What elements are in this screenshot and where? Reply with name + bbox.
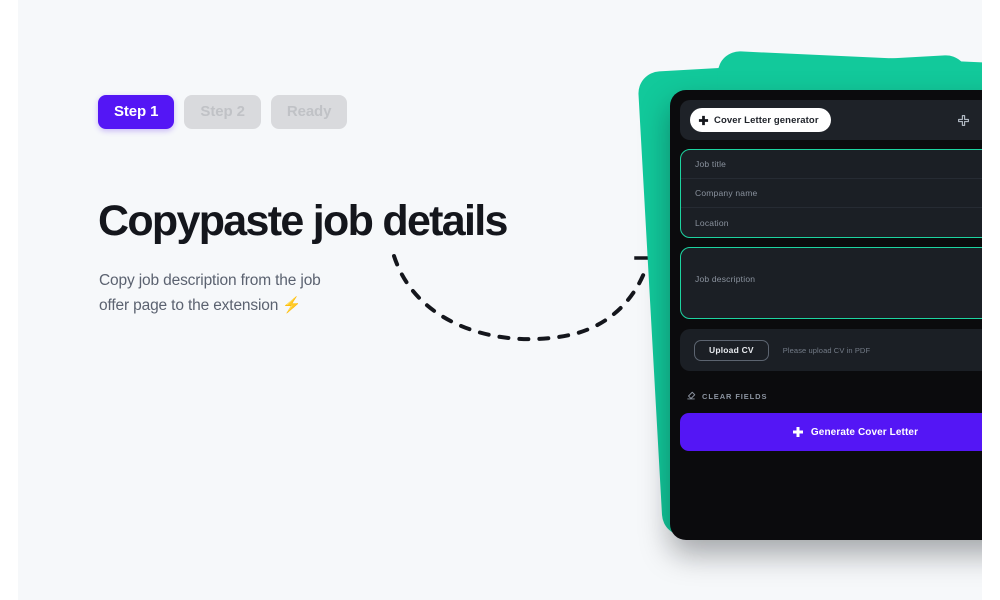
step-pill-ready[interactable]: Ready (270, 95, 348, 129)
job-title-input[interactable]: Job title (681, 150, 982, 179)
brand-pill[interactable]: Cover Letter generator (690, 108, 831, 132)
hero-description-line-1: Copy job description from the job (99, 272, 321, 289)
upload-cv-hint: Please upload CV in PDF (782, 345, 871, 355)
step-pill-1[interactable]: Step 1 (98, 95, 175, 129)
extension-mockup-stack: Cover Letter generator Job title Company… (630, 50, 982, 540)
page-title: Copypaste job details (98, 197, 508, 245)
hero-column: Step 1 Step 2 Ready Copypaste job detail… (98, 0, 658, 600)
clear-fields-button[interactable]: CLEAR FIELDS (680, 379, 982, 413)
extension-panel: Cover Letter generator Job title Company… (670, 90, 982, 540)
upload-cv-button[interactable]: Upload CV (694, 339, 769, 361)
lightning-bolt-icon: ⚡ (282, 297, 302, 315)
plus-icon (698, 115, 709, 125)
upload-cv-row: Upload CV Please upload CV in PDF (680, 329, 982, 371)
job-fields-group: Job title Company name Location (680, 149, 982, 238)
extension-header: Cover Letter generator (680, 100, 982, 140)
generate-cover-letter-label: Generate Cover Letter (810, 426, 919, 438)
move-icon[interactable] (957, 114, 970, 127)
clear-fields-label: CLEAR FIELDS (702, 391, 768, 401)
hero-description-line-2: offer page to the extension (99, 297, 279, 315)
brand-pill-label: Cover Letter generator (714, 114, 819, 126)
eraser-icon (687, 391, 696, 400)
generate-cover-letter-button[interactable]: Generate Cover Letter (680, 413, 982, 451)
job-description-textarea[interactable]: Job description (680, 247, 982, 319)
company-name-input[interactable]: Company name (681, 179, 982, 208)
page-canvas: Step 1 Step 2 Ready Copypaste job detail… (18, 0, 982, 600)
location-input[interactable]: Location (681, 208, 982, 237)
hero-description: Copy job description from the job offer … (99, 268, 399, 318)
step-indicator-group: Step 1 Step 2 Ready (98, 95, 348, 129)
plus-icon (792, 427, 803, 437)
screenshot-root: Step 1 Step 2 Ready Copypaste job detail… (0, 0, 1000, 600)
header-icon-group (957, 114, 982, 127)
step-pill-2[interactable]: Step 2 (184, 95, 261, 129)
